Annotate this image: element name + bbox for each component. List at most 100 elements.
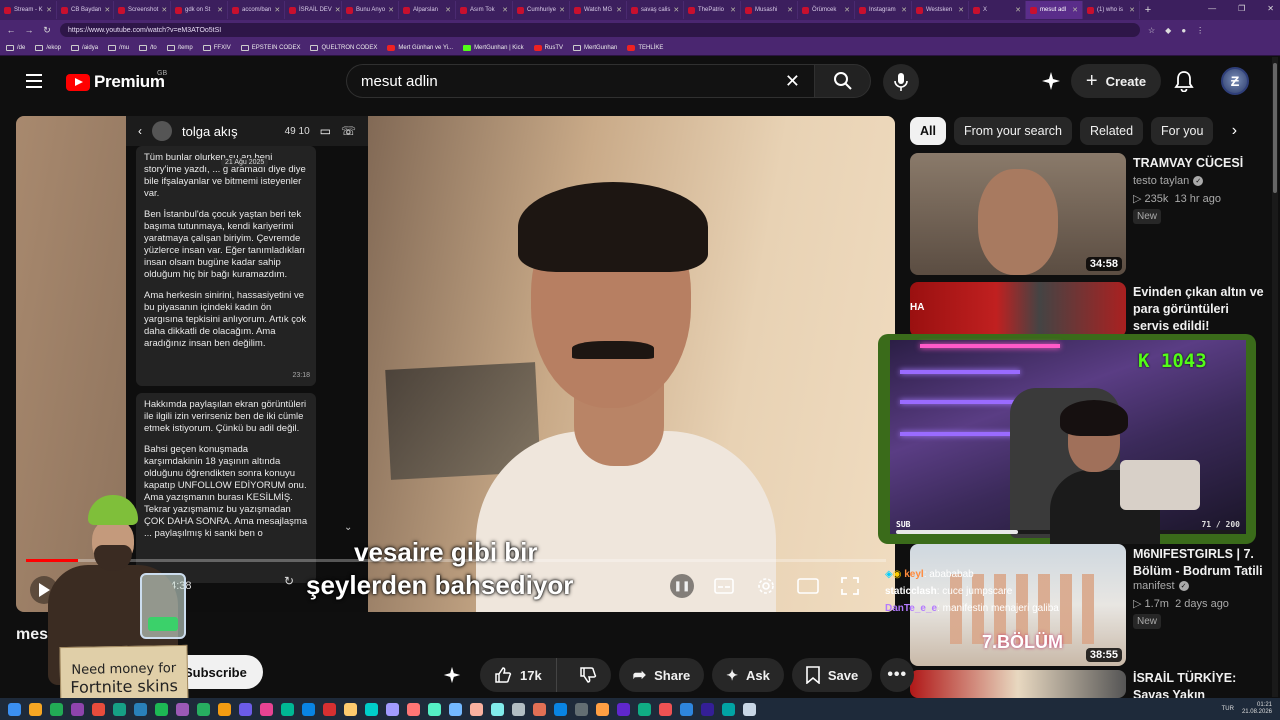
- dislike-button[interactable]: [565, 658, 611, 692]
- taskbar-app-icon[interactable]: [701, 702, 714, 716]
- tab-close-icon[interactable]: ✕: [1015, 6, 1021, 14]
- tab-close-icon[interactable]: ✕: [958, 6, 964, 14]
- tab-close-icon[interactable]: ✕: [616, 6, 622, 14]
- taskbar-app-icon[interactable]: [638, 702, 651, 716]
- taskbar-app-icon[interactable]: [134, 702, 147, 716]
- tab-close-icon[interactable]: ✕: [901, 6, 907, 14]
- notifications-button[interactable]: [1174, 70, 1194, 97]
- browser-tab[interactable]: Instagram ✕: [855, 1, 912, 19]
- browser-tab[interactable]: CB Baydan ✕: [57, 1, 114, 19]
- youtube-logo[interactable]: Premium GB: [66, 70, 167, 92]
- bookmark-item[interactable]: Mert Günhan ve Yi...: [387, 44, 453, 51]
- browser-tab[interactable]: Stream - K ✕: [0, 1, 57, 19]
- scrollbar-thumb[interactable]: [1273, 63, 1277, 193]
- tab-close-icon[interactable]: ✕: [559, 6, 565, 14]
- browser-tab[interactable]: (1) who is ✕: [1083, 1, 1140, 19]
- browser-tab[interactable]: gdk on St ✕: [171, 1, 228, 19]
- voice-search-button[interactable]: [883, 64, 919, 100]
- taskbar-app-icon[interactable]: [281, 702, 294, 716]
- taskbar-app-icon[interactable]: [428, 702, 441, 716]
- taskbar-app-icon[interactable]: [680, 702, 693, 716]
- taskbar-app-icon[interactable]: [512, 702, 525, 716]
- browser-tab[interactable]: mesut adl ✕: [1026, 1, 1083, 19]
- taskbar-app-icon[interactable]: [596, 702, 609, 716]
- search-button[interactable]: [814, 64, 871, 98]
- chip-related[interactable]: Related: [1079, 117, 1144, 145]
- taskbar-app-icon[interactable]: [176, 702, 189, 716]
- taskbar-app-icon[interactable]: [92, 702, 105, 716]
- theater-mode-button[interactable]: [796, 574, 820, 598]
- taskbar-app-icon[interactable]: [71, 702, 84, 716]
- fullscreen-button[interactable]: [838, 574, 862, 598]
- ask-button[interactable]: ✦ Ask: [712, 658, 784, 692]
- taskbar-app-icon[interactable]: [722, 702, 735, 716]
- taskbar-app-icon[interactable]: [554, 702, 567, 716]
- search-box[interactable]: mesut adlin ✕: [346, 64, 814, 98]
- bookmark-item[interactable]: RusTV: [533, 44, 563, 51]
- bookmark-item[interactable]: /aidya: [71, 44, 98, 51]
- account-avatar[interactable]: Ƶ: [1221, 67, 1249, 95]
- tab-close-icon[interactable]: ✕: [274, 6, 280, 14]
- chevron-right-icon[interactable]: ›: [1221, 117, 1247, 145]
- taskbar-app-icon[interactable]: [407, 702, 420, 716]
- hamburger-menu-icon[interactable]: [26, 74, 42, 88]
- browser-tab[interactable]: ThePatrio ✕: [684, 1, 741, 19]
- taskbar-app-icon[interactable]: [197, 702, 210, 716]
- taskbar-app-icon[interactable]: [659, 702, 672, 716]
- bookmark-item[interactable]: /ekop: [35, 44, 61, 51]
- bookmark-item[interactable]: FFXIV: [202, 44, 231, 51]
- chip-from-your-search[interactable]: From your search: [953, 117, 1072, 145]
- bookmark-item[interactable]: /temp: [166, 44, 193, 51]
- bookmark-star-icon[interactable]: ☆: [1148, 26, 1155, 35]
- tab-close-icon[interactable]: ✕: [502, 6, 508, 14]
- tab-close-icon[interactable]: ✕: [161, 6, 167, 14]
- forward-icon[interactable]: →: [24, 25, 34, 35]
- taskbar-app-icon[interactable]: [743, 702, 756, 716]
- bookmark-item[interactable]: /mu: [108, 44, 129, 51]
- clock[interactable]: 01:21 21.08.2026: [1242, 702, 1272, 716]
- browser-tab[interactable]: Bunu Anyo ✕: [342, 1, 399, 19]
- taskbar-app-icon[interactable]: [386, 702, 399, 716]
- video-thumbnail[interactable]: HA: [910, 282, 1126, 337]
- taskbar-app-icon[interactable]: [8, 702, 21, 716]
- tab-close-icon[interactable]: ✕: [104, 6, 110, 14]
- like-button[interactable]: 17k: [480, 658, 557, 692]
- back-icon[interactable]: ←: [6, 25, 16, 35]
- minimize-icon[interactable]: —: [1208, 4, 1216, 13]
- browser-tab[interactable]: savaş calis ✕: [627, 1, 684, 19]
- channel-name[interactable]: manifest ✓: [1133, 580, 1189, 592]
- bookmark-item[interactable]: QUELTRON CODEX: [310, 44, 377, 51]
- taskbar-app-icon[interactable]: [260, 702, 273, 716]
- browser-tab[interactable]: Screenshot ✕: [114, 1, 171, 19]
- recommendation-item[interactable]: HA Evinden çıkan altın ve para görüntüle…: [910, 282, 1270, 350]
- browser-tab[interactable]: Örümcek ✕: [798, 1, 855, 19]
- bookmark-item[interactable]: EPSTEIN CODEX: [240, 44, 300, 51]
- create-button[interactable]: + Create: [1071, 64, 1161, 98]
- close-window-icon[interactable]: ✕: [1267, 4, 1274, 13]
- taskbar-app-icon[interactable]: [323, 702, 336, 716]
- tab-close-icon[interactable]: ✕: [787, 6, 793, 14]
- pause-button[interactable]: ❚❚: [670, 574, 694, 598]
- more-actions-button[interactable]: •••: [880, 658, 915, 692]
- tab-close-icon[interactable]: ✕: [46, 6, 52, 14]
- browser-tab[interactable]: Alparslan ✕: [399, 1, 456, 19]
- tab-close-icon[interactable]: ✕: [445, 6, 451, 14]
- taskbar-app-icon[interactable]: [617, 702, 630, 716]
- chip-for-you[interactable]: For you: [1151, 117, 1214, 145]
- taskbar-app-icon[interactable]: [29, 702, 42, 716]
- recommendation-item[interactable]: 34:58 TRAMVAY CÜCESİ testo taylan ✓ ▷ 235…: [910, 153, 1270, 275]
- taskbar-app-icon[interactable]: [113, 702, 126, 716]
- taskbar-app-icon[interactable]: [365, 702, 378, 716]
- share-button[interactable]: ➦ Share: [618, 658, 705, 692]
- taskbar-app-icon[interactable]: [533, 702, 546, 716]
- ask-ai-icon-button[interactable]: [440, 663, 464, 687]
- tab-close-icon[interactable]: ✕: [217, 6, 223, 14]
- browser-tab[interactable]: İSRAİL DEV ✕: [285, 1, 342, 19]
- taskbar-app-icon[interactable]: [449, 702, 462, 716]
- tab-close-icon[interactable]: ✕: [1072, 6, 1078, 14]
- browser-tab[interactable]: Westsken ✕: [912, 1, 969, 19]
- video-thumbnail[interactable]: 34:58: [910, 153, 1126, 275]
- taskbar-app-icon[interactable]: [344, 702, 357, 716]
- menu-icon[interactable]: ⋮: [1196, 26, 1204, 35]
- maximize-icon[interactable]: ❐: [1238, 4, 1245, 13]
